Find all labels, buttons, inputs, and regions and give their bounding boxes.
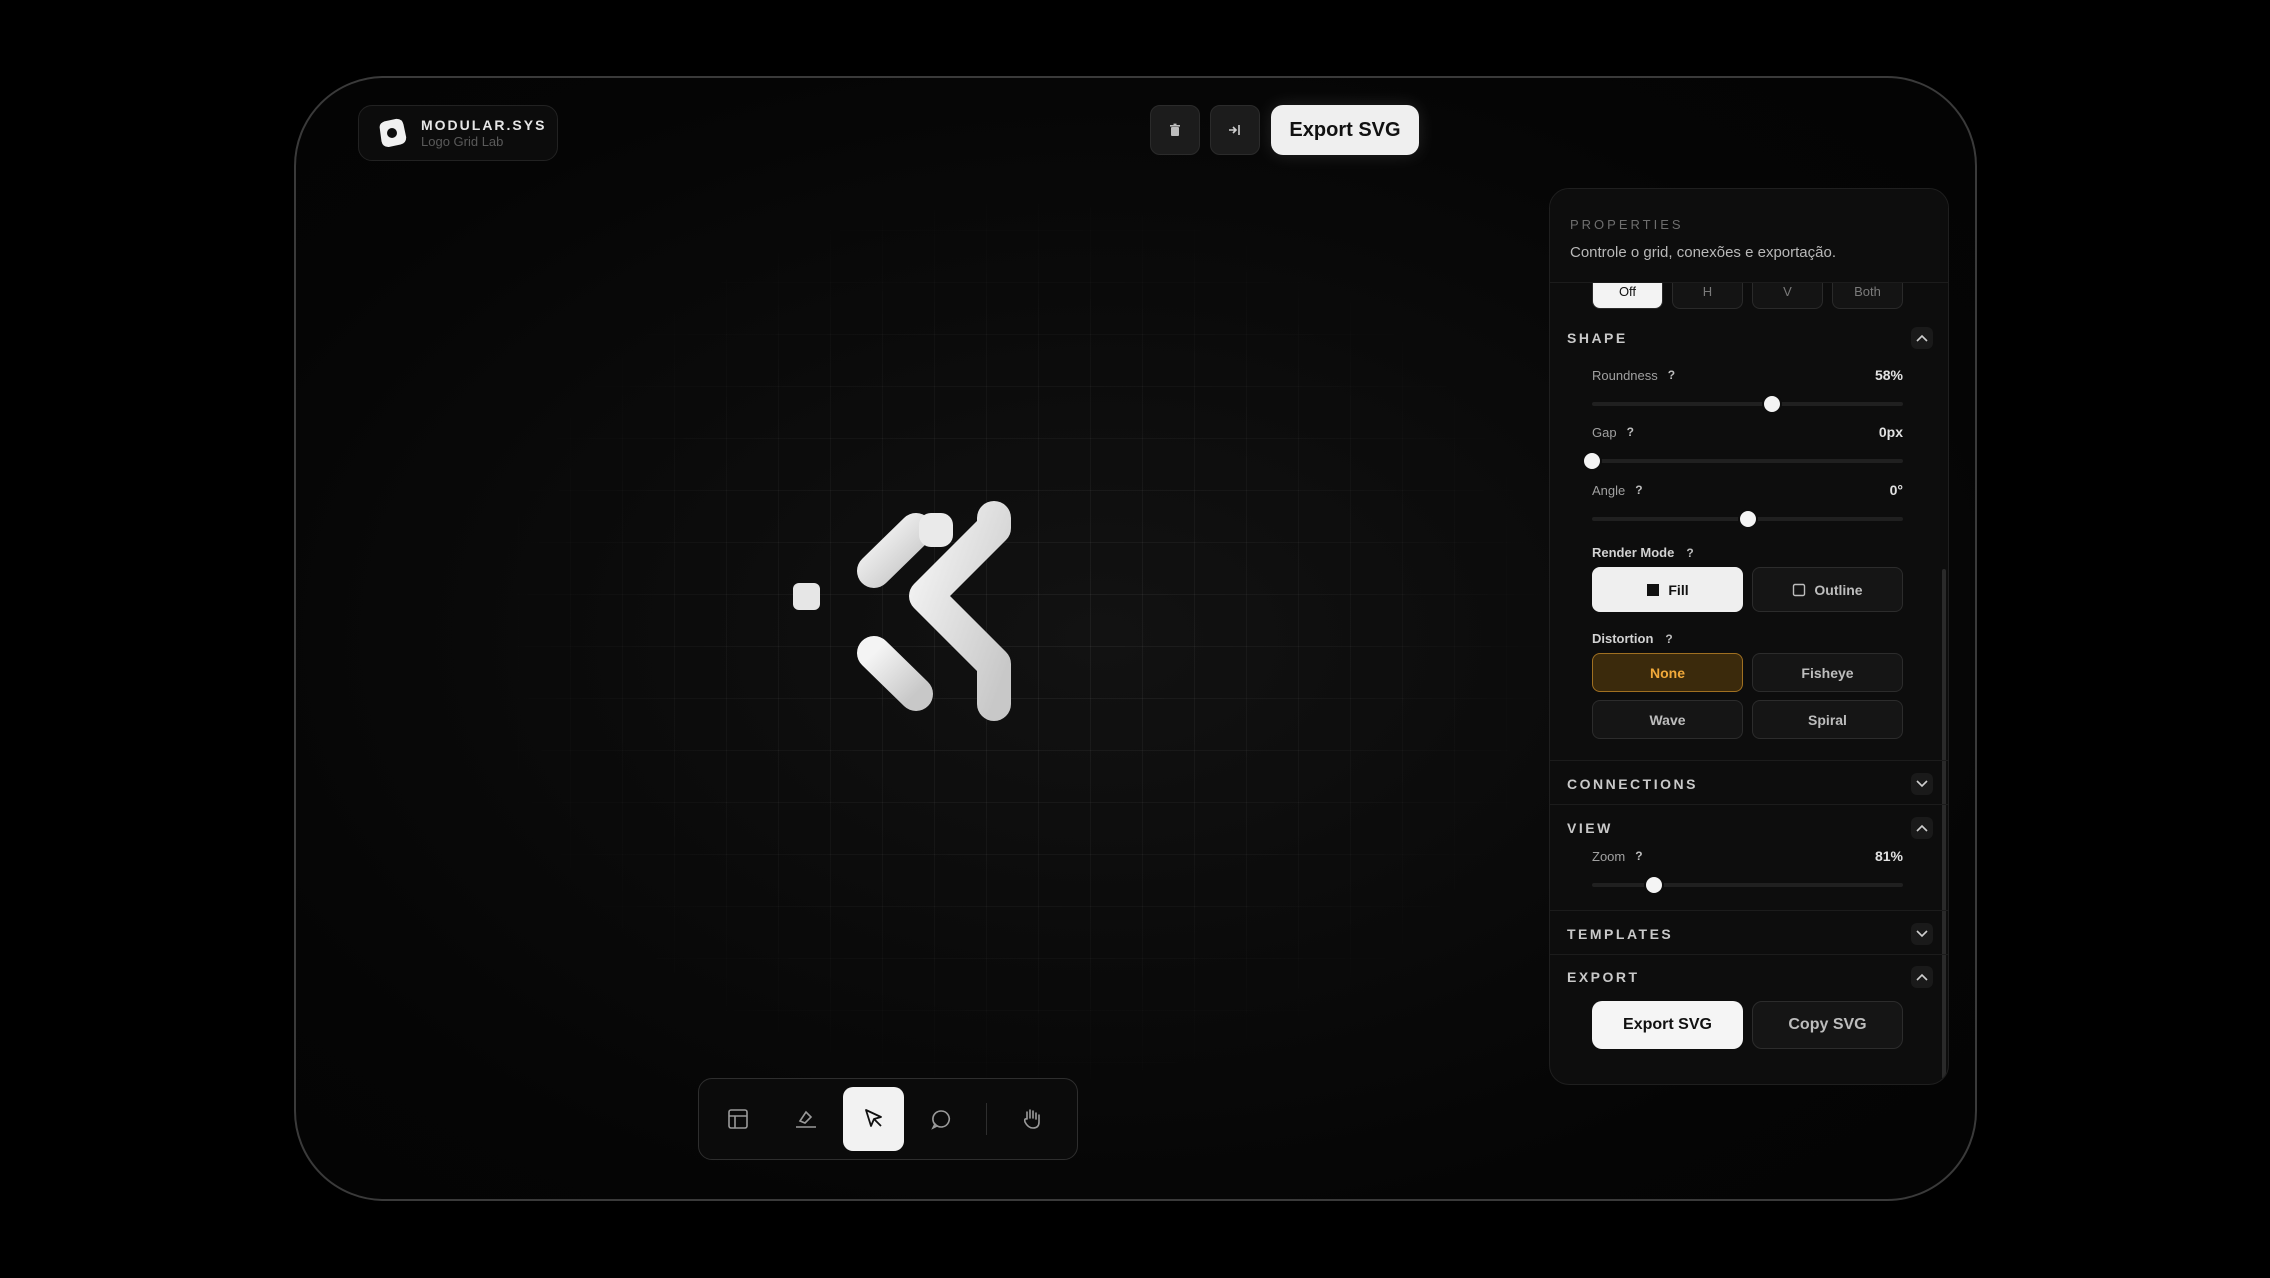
zoom-value: 81% — [1874, 848, 1903, 864]
panel-scrollbar[interactable] — [1942, 569, 1946, 1079]
render-mode-label: Render Mode — [1592, 545, 1675, 560]
gap-label: Gap — [1592, 424, 1617, 440]
trash-icon — [1170, 123, 1180, 136]
section-view-header[interactable]: VIEW — [1567, 816, 1933, 840]
mirror-off-button[interactable]: Off — [1592, 283, 1663, 309]
distortion-none-button[interactable]: None — [1592, 653, 1743, 692]
render-fill-button[interactable]: Fill — [1592, 567, 1743, 612]
cursor-icon — [864, 1109, 882, 1127]
section-divider — [1550, 760, 1948, 761]
distortion-label-row: Distortion ? — [1592, 631, 1673, 646]
help-icon[interactable]: ? — [1627, 425, 1634, 439]
dock-divider — [986, 1103, 988, 1135]
section-shape-header[interactable]: SHAPE — [1567, 326, 1933, 350]
help-icon[interactable]: ? — [1668, 368, 1675, 382]
logo-arm-top-left — [857, 513, 933, 588]
export-svg-button[interactable]: Export SVG — [1271, 105, 1419, 155]
split-arrow-icon — [1229, 125, 1240, 135]
render-mode-label-row: Render Mode ? — [1592, 545, 1694, 560]
chevron-up-icon[interactable] — [1911, 817, 1933, 839]
layout-icon — [728, 1109, 748, 1129]
help-icon[interactable]: ? — [1635, 849, 1642, 863]
roundness-control: Roundness? 58% — [1592, 367, 1903, 414]
angle-label: Angle — [1592, 482, 1626, 498]
angle-slider[interactable] — [1592, 509, 1903, 529]
section-connections-title: CONNECTIONS — [1567, 776, 1698, 792]
select-tool-button[interactable] — [842, 1087, 905, 1151]
help-icon[interactable]: ? — [1665, 632, 1672, 646]
mirror-options: Off H V Both — [1592, 283, 1903, 309]
mirror-h-button[interactable]: H — [1672, 283, 1743, 309]
roundness-label: Roundness — [1592, 367, 1658, 383]
chevron-up-icon[interactable] — [1911, 966, 1933, 988]
delete-button[interactable] — [1150, 105, 1200, 155]
slider-thumb[interactable] — [1737, 509, 1758, 529]
angle-control: Angle? 0° — [1592, 482, 1903, 529]
chevron-down-icon[interactable] — [1911, 773, 1933, 795]
distortion-wave-button[interactable]: Wave — [1592, 700, 1743, 739]
panel-export-svg-button[interactable]: Export SVG — [1592, 1001, 1743, 1049]
copy-svg-button[interactable]: Copy SVG — [1752, 1001, 1903, 1049]
section-divider — [1550, 954, 1948, 955]
roundness-slider[interactable] — [1592, 394, 1903, 414]
panel-description: Controle o grid, conexões e exportação. — [1570, 244, 1836, 261]
logo-arm-bottom-left — [857, 636, 933, 711]
roundness-value: 58% — [1874, 367, 1903, 383]
logo-artwork[interactable] — [786, 478, 1086, 778]
brand-subtitle: Logo Grid Lab — [421, 134, 504, 149]
tool-dock — [698, 1078, 1078, 1160]
angle-value: 0° — [1889, 482, 1903, 498]
mirror-v-button[interactable]: V — [1752, 283, 1823, 309]
render-outline-button[interactable]: Outline — [1752, 567, 1903, 612]
logo-block-top — [919, 513, 953, 547]
section-templates-header[interactable]: TEMPLATES — [1567, 922, 1933, 946]
panel-header: PROPERTIES Controle o grid, conexões e e… — [1550, 189, 1948, 283]
gap-value: 0px — [1878, 424, 1903, 440]
section-view-title: VIEW — [1567, 820, 1613, 836]
help-icon[interactable]: ? — [1635, 483, 1642, 497]
mirror-toggle-button[interactable] — [1210, 105, 1260, 155]
slider-thumb[interactable] — [1582, 451, 1602, 471]
stamp-tool-button[interactable] — [775, 1087, 837, 1151]
app-frame: MODULAR.SYS Logo Grid Lab Export SVG Off… — [294, 76, 1977, 1201]
zoom-slider[interactable] — [1592, 875, 1903, 895]
layout-tool-button[interactable] — [707, 1087, 769, 1151]
brand-logo-icon — [379, 118, 407, 147]
brand-badge: MODULAR.SYS Logo Grid Lab — [358, 105, 558, 161]
stamp-icon — [795, 1110, 816, 1128]
brand-title: MODULAR.SYS — [421, 117, 547, 133]
properties-panel: Off H V Both PROPERTIES Controle o grid,… — [1549, 188, 1949, 1085]
distortion-fisheye-button[interactable]: Fisheye — [1752, 653, 1903, 692]
zoom-control: Zoom? 81% — [1592, 848, 1903, 895]
section-connections-header[interactable]: CONNECTIONS — [1567, 772, 1933, 796]
hand-icon — [1024, 1109, 1040, 1129]
section-templates-title: TEMPLATES — [1567, 926, 1674, 942]
section-divider — [1550, 804, 1948, 805]
filled-square-icon — [1647, 583, 1660, 596]
section-divider — [1550, 910, 1948, 911]
section-shape-title: SHAPE — [1567, 330, 1628, 346]
outline-square-icon — [1793, 583, 1806, 596]
chevron-up-icon[interactable] — [1911, 327, 1933, 349]
comment-tool-button[interactable] — [910, 1087, 972, 1151]
section-export-title: EXPORT — [1567, 969, 1640, 985]
zoom-label: Zoom — [1592, 848, 1626, 864]
distortion-label: Distortion — [1592, 631, 1654, 646]
comment-icon — [931, 1110, 951, 1130]
mirror-both-button[interactable]: Both — [1832, 283, 1903, 309]
slider-thumb[interactable] — [1762, 394, 1783, 414]
panel-title: PROPERTIES — [1570, 217, 1684, 232]
chevron-down-icon[interactable] — [1911, 923, 1933, 945]
distortion-spiral-button[interactable]: Spiral — [1752, 700, 1903, 739]
pan-tool-button[interactable] — [1001, 1087, 1063, 1151]
help-icon[interactable]: ? — [1686, 546, 1693, 560]
gap-slider[interactable] — [1582, 451, 1903, 471]
section-export-header[interactable]: EXPORT — [1567, 965, 1933, 989]
gap-control: Gap? 0px — [1582, 424, 1903, 471]
slider-thumb[interactable] — [1644, 875, 1665, 895]
logo-dot — [793, 583, 820, 610]
